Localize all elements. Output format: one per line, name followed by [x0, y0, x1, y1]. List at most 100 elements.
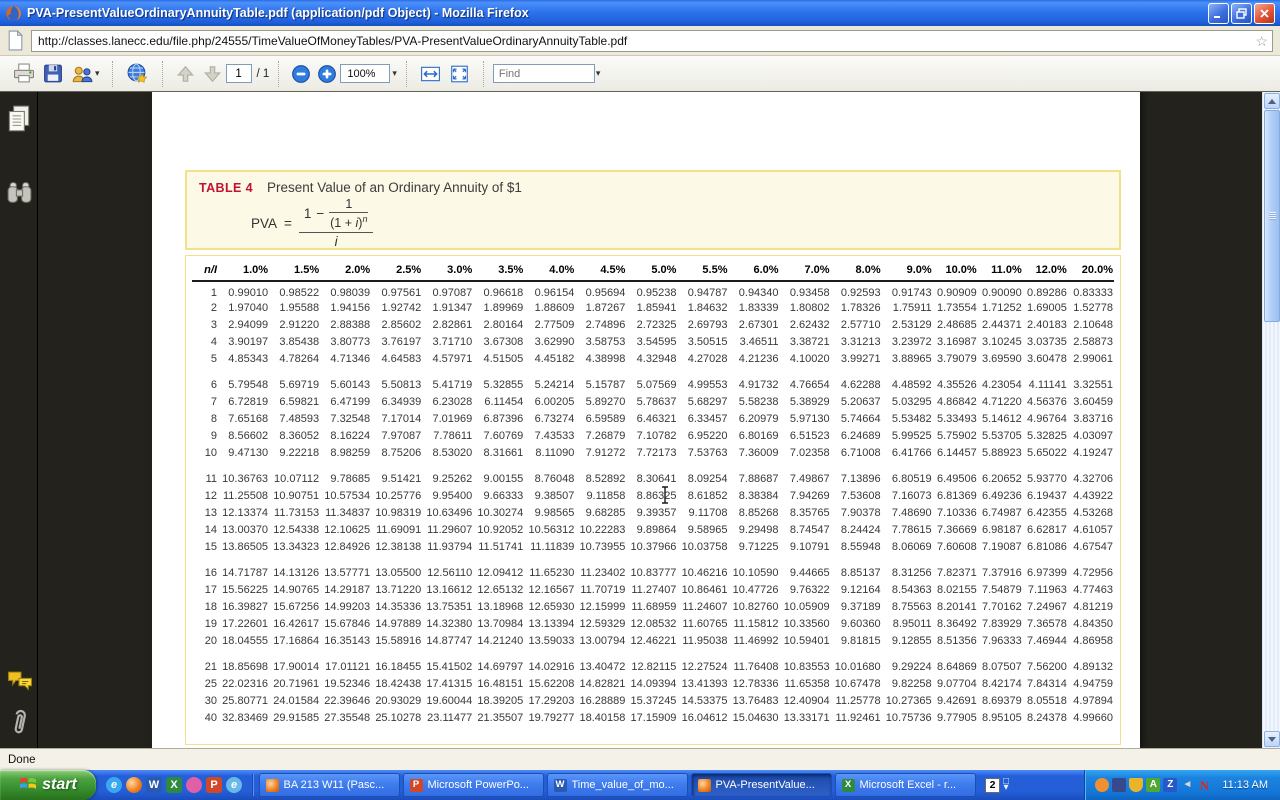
value-cell: 10.10590: [728, 564, 779, 581]
tray-volume-icon[interactable]: ◄: [1180, 778, 1194, 792]
value-cell: 3.31213: [831, 333, 882, 350]
attachments-panel-icon[interactable]: [9, 706, 29, 743]
hide-icons-chevron[interactable]: □▾: [1003, 779, 1009, 791]
period-cell: 18: [192, 598, 218, 615]
value-cell: 11.51741: [473, 538, 524, 555]
fit-page-button[interactable]: [445, 60, 474, 88]
vertical-scrollbar[interactable]: [1262, 92, 1280, 748]
value-cell: 7.70162: [978, 598, 1023, 615]
taskbar-button[interactable]: PVA-PresentValue...: [691, 773, 832, 797]
url-bar[interactable]: ☆: [31, 30, 1273, 52]
url-input[interactable]: [31, 30, 1273, 52]
scrollbar-thumb[interactable]: [1264, 110, 1280, 322]
taskbar-button[interactable]: XMicrosoft Excel - r...: [835, 773, 976, 797]
value-cell: 10.01680: [831, 658, 882, 675]
comments-panel-icon[interactable]: [6, 670, 34, 698]
tray-zone-icon[interactable]: Z: [1163, 778, 1177, 792]
value-cell: 13.33171: [780, 709, 831, 726]
value-cell: 5.33493: [933, 410, 978, 427]
next-page-button[interactable]: [199, 60, 226, 88]
value-cell: 4.10020: [780, 350, 831, 367]
taskbar-button[interactable]: BA 213 W11 (Pasc...: [259, 773, 400, 797]
value-cell: 9.66333: [473, 487, 524, 504]
page-number-input[interactable]: [226, 64, 252, 83]
value-cell: 2.85602: [371, 316, 422, 333]
key-icon[interactable]: [186, 777, 202, 793]
value-cell: 10.63496: [422, 504, 473, 521]
value-cell: 16.42617: [269, 615, 320, 632]
value-cell: 9.71225: [728, 538, 779, 555]
value-cell: 10.75736: [882, 709, 933, 726]
bookmark-star-icon[interactable]: ☆: [1255, 32, 1268, 50]
tray-shield-icon[interactable]: [1129, 778, 1143, 792]
zoom-level-select[interactable]: 100%: [340, 64, 390, 83]
value-cell: 9.11858: [575, 487, 626, 504]
word-icon[interactable]: W: [146, 777, 162, 793]
scroll-up-button[interactable]: [1264, 93, 1280, 109]
value-cell: 4.53268: [1068, 504, 1114, 521]
zoom-in-button[interactable]: [314, 60, 340, 88]
find-input[interactable]: [493, 64, 595, 83]
taskbar-button[interactable]: PMicrosoft PowerPo...: [403, 773, 544, 797]
page-icon[interactable]: [7, 30, 24, 51]
value-cell: 7.65168: [218, 410, 269, 427]
value-cell: 22.39646: [320, 692, 371, 709]
find-dropdown-arrow[interactable]: ▾: [596, 68, 601, 79]
value-cell: 8.52892: [575, 470, 626, 487]
scroll-down-button[interactable]: [1264, 731, 1280, 747]
minimize-button[interactable]: [1208, 3, 1229, 24]
taskbar-button[interactable]: WTime_value_of_mo...: [547, 773, 688, 797]
tray-novell-icon[interactable]: N: [1197, 778, 1211, 792]
value-cell: 11.27407: [626, 581, 677, 598]
web-link-button[interactable]: [122, 60, 153, 88]
restore-button[interactable]: [1231, 3, 1252, 24]
table-row: 1513.8650513.3432312.8492612.3813811.937…: [192, 538, 1114, 555]
tray-green-icon[interactable]: A: [1146, 778, 1160, 792]
value-cell: 3.23972: [882, 333, 933, 350]
table-row: 1413.0037012.5433812.1062511.6909111.296…: [192, 521, 1114, 538]
period-cell: 40: [192, 709, 218, 726]
zoom-out-button[interactable]: [288, 60, 314, 88]
value-cell: 0.90090: [978, 281, 1023, 299]
internet-explorer-icon[interactable]: e: [106, 777, 122, 793]
value-cell: 10.86461: [677, 581, 728, 598]
start-button[interactable]: start: [0, 770, 96, 800]
powerpoint-icon[interactable]: P: [206, 777, 222, 793]
value-cell: 17.29203: [524, 692, 575, 709]
close-button[interactable]: [1254, 3, 1275, 24]
toolbar-separator: [406, 61, 407, 87]
pdf-sidebar: [0, 92, 38, 748]
value-cell: 6.42355: [1023, 504, 1068, 521]
fit-width-button[interactable]: [416, 60, 445, 88]
column-header: 20.0%: [1068, 263, 1114, 281]
value-cell: 5.89270: [575, 393, 626, 410]
print-button[interactable]: [9, 60, 39, 88]
save-button[interactable]: [39, 60, 67, 88]
search-binoculars-icon[interactable]: [6, 180, 33, 211]
value-cell: 0.94340: [728, 281, 779, 299]
value-cell: 13.40472: [575, 658, 626, 675]
value-cell: 3.54595: [626, 333, 677, 350]
previous-page-button[interactable]: [172, 60, 199, 88]
zoom-dropdown-arrow[interactable]: ▾: [392, 68, 397, 79]
tray-orange-icon[interactable]: [1095, 778, 1109, 792]
email-button[interactable]: ▾: [67, 60, 103, 88]
table-row: 76.728196.598216.471996.349396.230286.11…: [192, 393, 1114, 410]
value-cell: 14.02916: [524, 658, 575, 675]
excel-icon[interactable]: X: [166, 777, 182, 793]
value-cell: 14.99203: [320, 598, 371, 615]
column-header: 3.5%: [473, 263, 524, 281]
value-cell: 4.19247: [1068, 444, 1114, 461]
pages-panel-icon[interactable]: [6, 104, 32, 139]
internet-explorer-alt-icon[interactable]: e: [226, 777, 242, 793]
value-cell: 10.22283: [575, 521, 626, 538]
taskbar-badge[interactable]: 2: [985, 778, 1000, 793]
email-dropdown-arrow[interactable]: ▾: [95, 68, 100, 79]
value-cell: 12.65930: [524, 598, 575, 615]
firefox-icon[interactable]: [126, 777, 142, 793]
tray-messenger-icon[interactable]: [1112, 778, 1126, 792]
value-cell: 9.81815: [831, 632, 882, 649]
value-cell: 8.05518: [1023, 692, 1068, 709]
value-cell: 1.84632: [677, 299, 728, 316]
titlebar[interactable]: PVA-PresentValueOrdinaryAnnuityTable.pdf…: [0, 0, 1280, 26]
